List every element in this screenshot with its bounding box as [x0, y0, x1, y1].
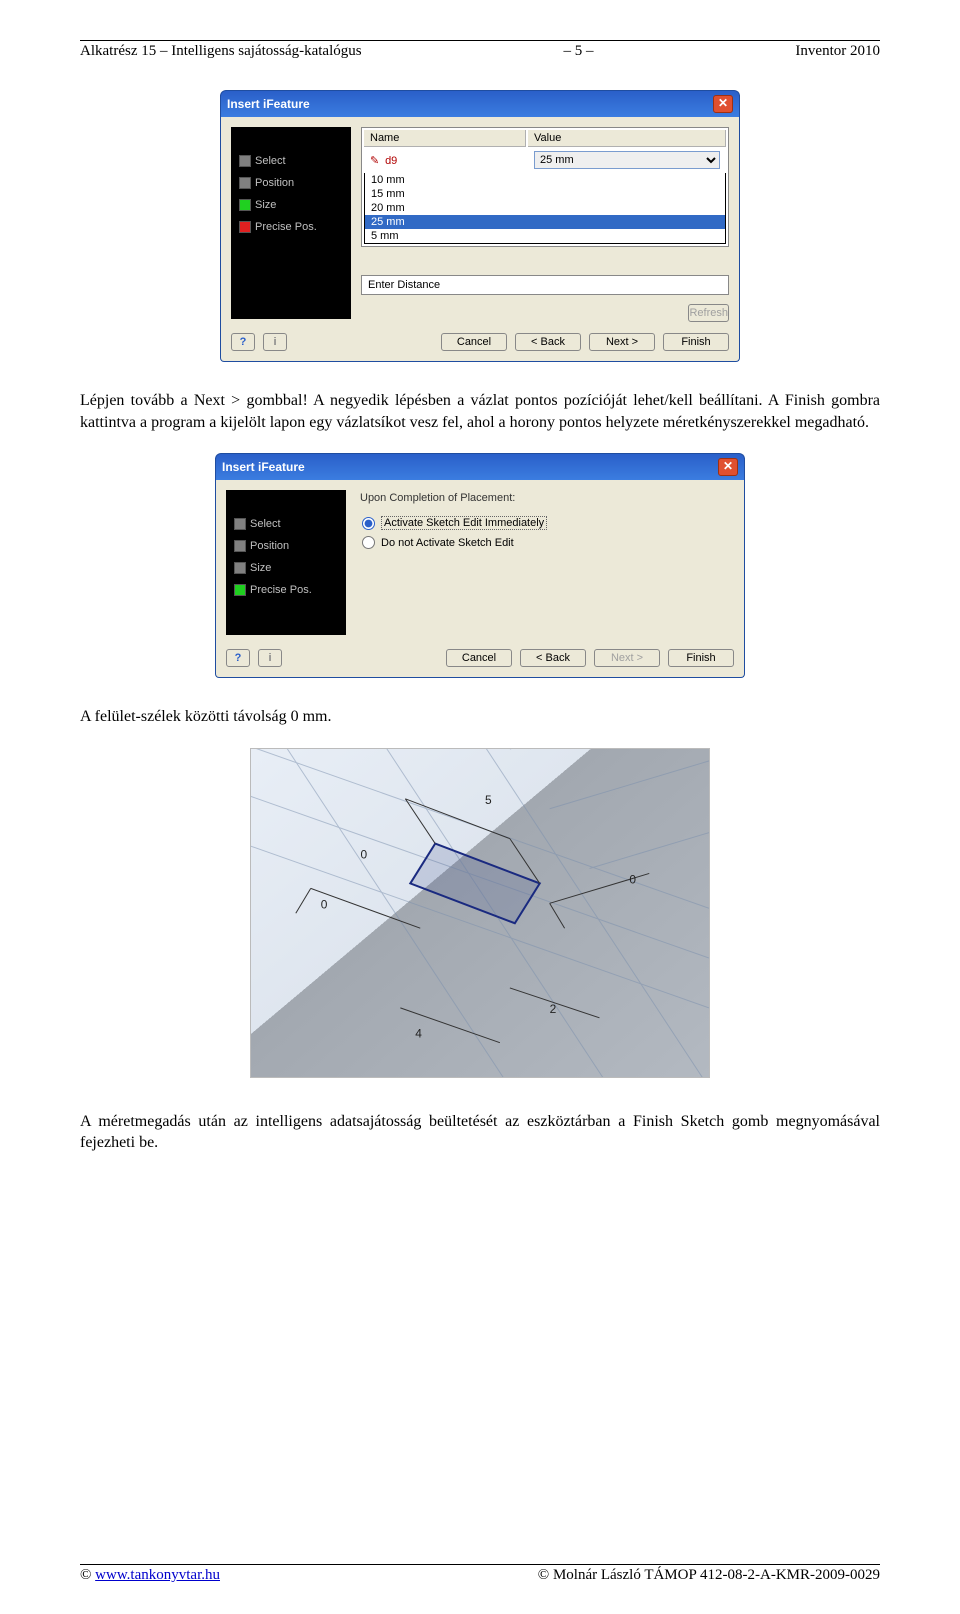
- paragraph-1: Lépjen tovább a Next > gombbal! A negyed…: [80, 390, 880, 433]
- step-marker-icon: [234, 562, 246, 574]
- completion-options: Activate Sketch Edit Immediately Do not …: [362, 516, 734, 549]
- dialog-titlebar[interactable]: Insert iFeature ✕: [220, 90, 740, 117]
- footer-right: © Molnár László TÁMOP 412-08-2-A-KMR-200…: [538, 1567, 880, 1584]
- paragraph-2: A felület-szélek közötti távolság 0 mm.: [80, 706, 880, 728]
- pencil-icon: ✎: [370, 154, 382, 166]
- header-left: Alkatrész 15 – Intelligens sajátosság-ka…: [80, 43, 362, 60]
- step-marker-icon: [239, 221, 251, 233]
- step-position: Position: [255, 177, 294, 189]
- finish-button[interactable]: Finish: [663, 333, 729, 351]
- col-name[interactable]: Name: [364, 130, 526, 147]
- step-precise: Precise Pos.: [255, 221, 317, 233]
- step-marker-icon: [239, 155, 251, 167]
- step-position: Position: [250, 540, 289, 552]
- dim-label: 2: [550, 1002, 557, 1016]
- sketch-screenshot: 5 0 0 0 4 2: [250, 748, 710, 1078]
- option-selected[interactable]: 25 mm: [365, 215, 725, 229]
- footer-left: © www.tankonyvtar.hu: [80, 1567, 220, 1584]
- dim-label: 4: [415, 1027, 422, 1041]
- table-row[interactable]: ✎ d9 25 mm: [364, 149, 726, 171]
- step-select: Select: [250, 518, 281, 530]
- insert-ifeature-dialog-size: Insert iFeature ✕ Select Position Size P…: [220, 90, 740, 362]
- header-page: – 5 –: [564, 43, 594, 60]
- close-icon[interactable]: ✕: [713, 95, 733, 113]
- dialog-title: Insert iFeature: [222, 460, 305, 474]
- next-button-disabled: Next >: [594, 649, 660, 667]
- page-footer: © www.tankonyvtar.hu © Molnár László TÁM…: [80, 1564, 880, 1584]
- dim-label: 0: [629, 872, 636, 886]
- col-value[interactable]: Value: [528, 130, 726, 147]
- step-select: Select: [255, 155, 286, 167]
- paragraph-3: A méretmegadás után az intelligens adats…: [80, 1111, 880, 1154]
- wizard-steps: Select Position Size Precise Pos.: [231, 127, 351, 319]
- info-button[interactable]: i: [263, 333, 287, 351]
- dialog-title: Insert iFeature: [227, 97, 310, 111]
- option[interactable]: 20 mm: [365, 201, 725, 215]
- dim-label: 0: [361, 847, 368, 861]
- value-dropdown-list[interactable]: 10 mm 15 mm 20 mm 25 mm 5 mm: [364, 173, 726, 244]
- step-size: Size: [250, 562, 271, 574]
- step-marker-icon: [239, 199, 251, 211]
- info-button[interactable]: i: [258, 649, 282, 667]
- step-marker-icon: [239, 177, 251, 189]
- dim-label: 0: [321, 897, 328, 911]
- radio-activate-immediately[interactable]: Activate Sketch Edit Immediately: [362, 516, 734, 530]
- back-button[interactable]: < Back: [515, 333, 581, 351]
- help-button[interactable]: ?: [226, 649, 250, 667]
- option[interactable]: 15 mm: [365, 187, 725, 201]
- step-marker-icon: [234, 518, 246, 530]
- parameters-table[interactable]: Name Value ✎ d9 25 mm 10 mm 15 mm: [361, 127, 729, 247]
- distance-input[interactable]: [361, 275, 729, 295]
- dialog-titlebar[interactable]: Insert iFeature ✕: [215, 453, 745, 480]
- wizard-steps: Select Position Size Precise Pos.: [226, 490, 346, 635]
- refresh-button[interactable]: Refresh: [688, 304, 729, 322]
- radio-do-not-activate[interactable]: Do not Activate Sketch Edit: [362, 536, 734, 549]
- next-button[interactable]: Next >: [589, 333, 655, 351]
- value-combo[interactable]: 25 mm: [534, 151, 720, 169]
- step-precise: Precise Pos.: [250, 584, 312, 596]
- close-icon[interactable]: ✕: [718, 458, 738, 476]
- param-name: d9: [385, 155, 397, 167]
- cancel-button[interactable]: Cancel: [441, 333, 507, 351]
- help-button[interactable]: ?: [231, 333, 255, 351]
- finish-button[interactable]: Finish: [668, 649, 734, 667]
- step-size: Size: [255, 199, 276, 211]
- group-label: Upon Completion of Placement:: [356, 490, 734, 506]
- option[interactable]: 10 mm: [365, 173, 725, 187]
- cancel-button[interactable]: Cancel: [446, 649, 512, 667]
- dim-label: 5: [485, 793, 492, 807]
- header-right: Inventor 2010: [795, 43, 880, 60]
- page-header: Alkatrész 15 – Intelligens sajátosság-ka…: [80, 40, 880, 60]
- back-button[interactable]: < Back: [520, 649, 586, 667]
- insert-ifeature-dialog-precise: Insert iFeature ✕ Select Position Size P…: [215, 453, 745, 678]
- option[interactable]: 5 mm: [365, 229, 725, 243]
- footer-link[interactable]: www.tankonyvtar.hu: [95, 1567, 220, 1583]
- step-marker-icon: [234, 540, 246, 552]
- step-marker-icon: [234, 584, 246, 596]
